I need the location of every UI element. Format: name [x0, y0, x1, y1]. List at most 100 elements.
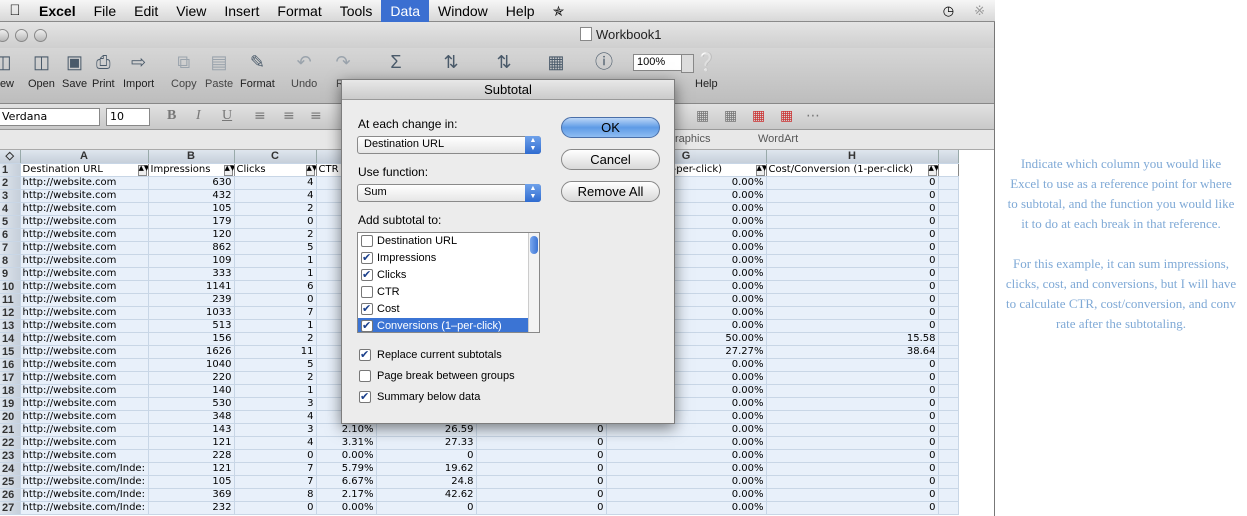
- table-cell[interactable]: 0: [376, 501, 477, 515]
- table-cell[interactable]: 0: [476, 423, 607, 437]
- table-cell[interactable]: 42.62: [376, 488, 477, 502]
- table-cell[interactable]: 0: [766, 501, 939, 515]
- table-cell[interactable]: [938, 449, 959, 463]
- table-cell[interactable]: http://website.com/Inde:: [20, 462, 149, 476]
- table-cell[interactable]: http://website.com: [20, 228, 149, 242]
- table-cell[interactable]: 2: [234, 332, 317, 346]
- table-cell[interactable]: [938, 423, 959, 437]
- table-cell[interactable]: http://website.com: [20, 384, 149, 398]
- import-button[interactable]: ⇨ Import: [123, 50, 154, 90]
- table-cell[interactable]: 2: [234, 228, 317, 242]
- gallery-button[interactable]: ▦: [545, 50, 567, 78]
- checkbox[interactable]: ✔: [361, 269, 373, 281]
- row-header[interactable]: 6: [0, 228, 21, 242]
- checkbox[interactable]: [361, 235, 373, 247]
- table-cell[interactable]: 143: [148, 423, 235, 437]
- filter-arrow-icon[interactable]: ▲▼: [755, 164, 765, 175]
- table-cell[interactable]: http://website.com/Inde:: [20, 488, 149, 502]
- column-header-h[interactable]: H: [766, 150, 939, 164]
- table-cell[interactable]: [938, 475, 959, 489]
- list-scrollbar[interactable]: [528, 233, 539, 332]
- table-cell[interactable]: [938, 267, 959, 281]
- minimize-window-button[interactable]: [15, 28, 28, 42]
- row-header[interactable]: 15: [0, 345, 21, 359]
- table-cell[interactable]: 0: [766, 319, 939, 333]
- table-cell[interactable]: 0: [234, 501, 317, 515]
- table-cell[interactable]: 530: [148, 397, 235, 411]
- header-cell[interactable]: Impressions▲▼: [148, 163, 235, 177]
- table-cell[interactable]: 140: [148, 384, 235, 398]
- table-cell[interactable]: [938, 358, 959, 372]
- table-cell[interactable]: 0: [376, 449, 477, 463]
- table-cell[interactable]: 0: [476, 488, 607, 502]
- table-cell[interactable]: [938, 293, 959, 307]
- table-cell[interactable]: [938, 462, 959, 476]
- toolbox-button[interactable]: ⓘ: [593, 50, 615, 78]
- table-cell[interactable]: 3: [234, 423, 317, 437]
- tab-smartart-graphics[interactable]: raphics: [675, 133, 710, 145]
- page-break-checkbox[interactable]: Page break between groups: [359, 369, 515, 383]
- save-button[interactable]: ▣ Save: [62, 50, 87, 90]
- table-cell[interactable]: 0: [766, 436, 939, 450]
- column-header-i[interactable]: [938, 150, 959, 164]
- align-right-icon[interactable]: ≡: [310, 108, 322, 124]
- table-cell[interactable]: http://website.com: [20, 423, 149, 437]
- table-cell[interactable]: 5: [234, 241, 317, 255]
- table-cell[interactable]: http://website.com: [20, 202, 149, 216]
- filter-arrow-icon[interactable]: ▲▼: [305, 164, 315, 175]
- table-cell[interactable]: [938, 319, 959, 333]
- list-item[interactable]: CTR: [358, 284, 539, 301]
- menu-format[interactable]: Format: [268, 0, 330, 22]
- help-button[interactable]: ❔ Help: [695, 50, 718, 90]
- table-cell[interactable]: 38.64: [766, 345, 939, 359]
- menu-insert[interactable]: Insert: [215, 0, 268, 22]
- row-header[interactable]: 12: [0, 306, 21, 320]
- table-cell[interactable]: 0: [766, 423, 939, 437]
- table-cell[interactable]: 0: [766, 280, 939, 294]
- table-cell[interactable]: [938, 345, 959, 359]
- table-cell[interactable]: 228: [148, 449, 235, 463]
- align-left-icon[interactable]: ≡: [254, 108, 266, 124]
- column-header-c[interactable]: C: [234, 150, 317, 164]
- remove-all-button[interactable]: Remove All: [561, 181, 660, 202]
- row-header[interactable]: 20: [0, 410, 21, 424]
- table-cell[interactable]: 239: [148, 293, 235, 307]
- table-cell[interactable]: 0.00%: [316, 501, 377, 515]
- bold-button[interactable]: B: [167, 108, 176, 124]
- table-cell[interactable]: [938, 241, 959, 255]
- ok-button[interactable]: OK: [561, 117, 660, 138]
- row-header[interactable]: 7: [0, 241, 21, 255]
- table-cell[interactable]: 7: [234, 462, 317, 476]
- apple-menu-icon[interactable]: : [0, 2, 30, 19]
- table-cell[interactable]: 0.00%: [606, 501, 767, 515]
- table-cell[interactable]: 8: [234, 488, 317, 502]
- align-center-icon[interactable]: ≡: [283, 108, 295, 124]
- menu-app[interactable]: Excel: [30, 0, 85, 22]
- menu-file[interactable]: File: [85, 0, 126, 22]
- insert-rows-icon[interactable]: ▦: [724, 108, 737, 124]
- table-cell[interactable]: 220: [148, 371, 235, 385]
- table-cell[interactable]: http://website.com: [20, 358, 149, 372]
- checkbox[interactable]: [361, 286, 373, 298]
- filter-icon[interactable]: ⋯: [806, 108, 820, 124]
- header-cell[interactable]: Destination URL▲▼: [20, 163, 149, 177]
- row-header[interactable]: 3: [0, 189, 21, 203]
- table-cell[interactable]: 179: [148, 215, 235, 229]
- scroll-thumb[interactable]: [530, 236, 538, 254]
- table-cell[interactable]: 4: [234, 189, 317, 203]
- table-cell[interactable]: http://website.com/Inde:: [20, 475, 149, 489]
- table-cell[interactable]: 15.58: [766, 332, 939, 346]
- table-cell[interactable]: 5: [234, 358, 317, 372]
- column-header-b[interactable]: B: [148, 150, 235, 164]
- bluetooth-icon[interactable]: ※: [974, 3, 985, 19]
- menu-window[interactable]: Window: [429, 0, 497, 22]
- table-cell[interactable]: 0: [766, 254, 939, 268]
- table-cell[interactable]: 0: [766, 241, 939, 255]
- table-cell[interactable]: 1626: [148, 345, 235, 359]
- borders-icon[interactable]: ▦: [696, 108, 709, 124]
- menu-data[interactable]: Data: [381, 0, 429, 22]
- menu-help[interactable]: Help: [497, 0, 544, 22]
- table-cell[interactable]: 4: [234, 176, 317, 190]
- table-cell[interactable]: http://website.com: [20, 332, 149, 346]
- table-cell[interactable]: [938, 176, 959, 190]
